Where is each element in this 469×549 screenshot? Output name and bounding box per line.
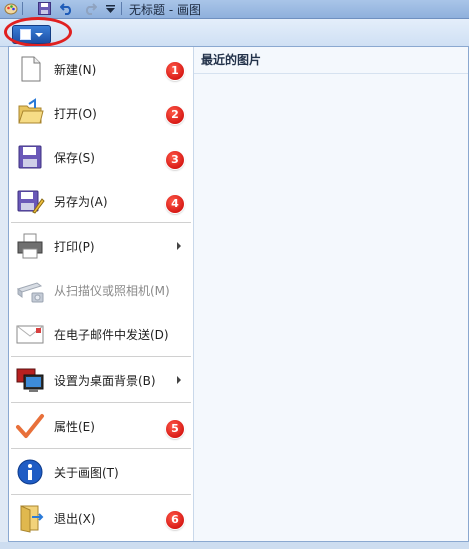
save-floppy-icon (18, 145, 42, 169)
menu-item-save[interactable]: 保存(S) 3 (9, 135, 193, 179)
menu-item-label: 打开(O) (54, 107, 97, 121)
scanner-icon (16, 282, 44, 303)
menu-item-save-as[interactable]: 另存为(A) 4 (9, 179, 193, 223)
highlight-oval (4, 17, 72, 47)
menu-item-label: 保存(S) (54, 151, 95, 165)
menu-item-label: 打印(P) (54, 240, 95, 254)
menu-item-new[interactable]: 新建(N) 1 (9, 47, 193, 91)
window-title: 无标题 - 画图 (129, 3, 201, 17)
menu-divider (11, 494, 191, 495)
status-bar (0, 542, 469, 549)
menu-item-properties[interactable]: 属性(E) 5 (9, 404, 193, 448)
recent-pictures-panel: 最近的图片 (194, 47, 468, 541)
menu-divider (11, 356, 191, 357)
menu-item-label: 设置为桌面背景(B) (54, 374, 156, 388)
checkmark-icon (16, 414, 44, 438)
menu-item-label: 关于画图(T) (54, 466, 119, 480)
desktop-icon (16, 368, 44, 392)
save-as-icon (17, 190, 45, 214)
step-badge: 6 (166, 511, 184, 529)
open-folder-icon (18, 98, 44, 124)
printer-icon (17, 233, 43, 259)
menu-item-label: 属性(E) (54, 420, 95, 434)
step-badge: 3 (166, 151, 184, 169)
menu-item-label: 在电子邮件中发送(D) (54, 328, 169, 342)
exit-icon (20, 505, 44, 533)
submenu-arrow-icon (177, 376, 181, 384)
menu-item-from-scanner: 从扫描仪或照相机(M) (9, 268, 193, 312)
menu-commands: 新建(N) 1 打开(O) 2 保存(S) 3 另存为(A) 4 打印(P) 从… (9, 47, 194, 541)
title-separator (22, 2, 23, 15)
customize-toolbar-icon[interactable] (103, 1, 118, 16)
title-bar: 无标题 - 画图 (0, 0, 469, 19)
new-document-icon (21, 56, 41, 82)
menu-item-print[interactable]: 打印(P) (9, 224, 193, 268)
recent-pictures-title: 最近的图片 (194, 47, 468, 74)
submenu-arrow-icon (177, 242, 181, 250)
menu-divider (11, 402, 191, 403)
info-icon (17, 459, 43, 485)
undo-icon[interactable] (59, 1, 74, 16)
menu-item-open[interactable]: 打开(O) 2 (9, 91, 193, 135)
step-badge: 5 (166, 420, 184, 438)
paint-app-icon[interactable] (3, 1, 18, 16)
step-badge: 4 (166, 195, 184, 213)
menu-item-label: 另存为(A) (54, 195, 108, 209)
menu-item-label: 新建(N) (54, 63, 97, 77)
menu-item-send-email[interactable]: 在电子邮件中发送(D) (9, 312, 193, 356)
menu-item-label: 退出(X) (54, 512, 96, 526)
menu-item-exit[interactable]: 退出(X) 6 (9, 496, 193, 540)
menu-item-label: 从扫描仪或照相机(M) (54, 284, 170, 298)
menu-divider (11, 448, 191, 449)
step-badge: 2 (166, 106, 184, 124)
step-badge: 1 (166, 62, 184, 80)
menu-divider (11, 222, 191, 223)
title-separator (121, 2, 122, 15)
email-icon (16, 325, 44, 344)
save-quick-icon[interactable] (37, 1, 52, 16)
application-menu: 新建(N) 1 打开(O) 2 保存(S) 3 另存为(A) 4 打印(P) 从… (8, 46, 469, 542)
redo-icon[interactable] (82, 1, 97, 16)
menu-item-set-wallpaper[interactable]: 设置为桌面背景(B) (9, 358, 193, 402)
menu-item-about[interactable]: 关于画图(T) (9, 450, 193, 494)
